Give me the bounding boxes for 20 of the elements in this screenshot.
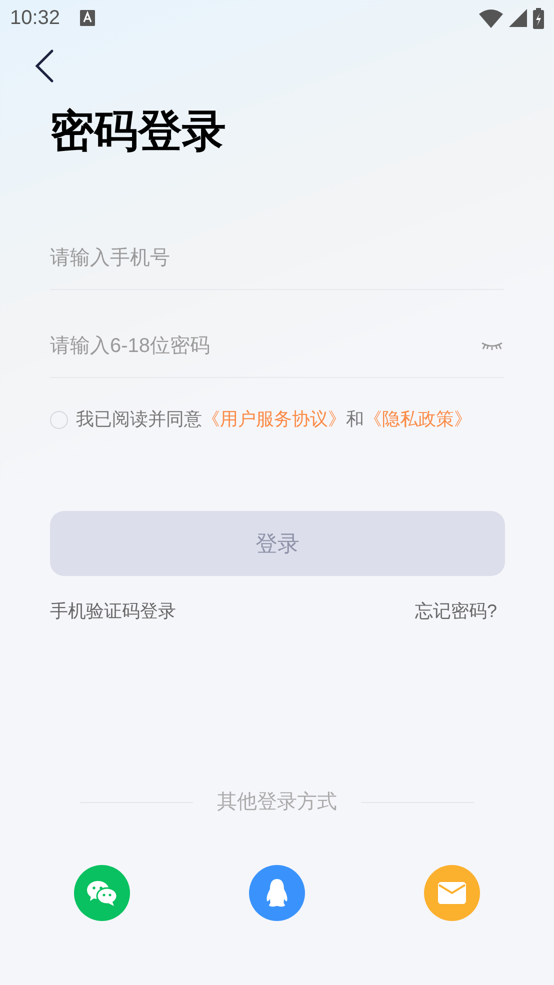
- privacy-policy-link[interactable]: 《隐私政策》: [364, 409, 472, 429]
- status-time: 10:32: [10, 6, 60, 31]
- sms-login-link[interactable]: 手机验证码登录: [50, 598, 176, 625]
- back-icon: [34, 49, 54, 83]
- page-title: 密码登录: [50, 106, 227, 158]
- phone-input[interactable]: 请输入手机号: [50, 242, 504, 272]
- battery-icon: [533, 8, 544, 28]
- agreement-text: 我已阅读并同意《用户服务协议》和《隐私政策》: [76, 408, 472, 431]
- wifi-icon: [479, 8, 503, 28]
- forgot-password-link[interactable]: 忘记密码?: [414, 598, 497, 625]
- keyboard-icon: [80, 10, 96, 26]
- envelope-icon: [438, 882, 466, 904]
- agreement-checkbox[interactable]: [50, 410, 68, 428]
- password-input[interactable]: 请输入6-18位密码: [50, 330, 480, 360]
- closed-eye-icon: [481, 340, 503, 350]
- chat-bubbles-icon: [86, 879, 118, 907]
- penguin-icon: [265, 878, 289, 908]
- other-login-label: 其他登录方式: [217, 790, 337, 815]
- signal-icon: [509, 9, 527, 27]
- user-agreement-link[interactable]: 《用户服务协议》: [202, 409, 346, 429]
